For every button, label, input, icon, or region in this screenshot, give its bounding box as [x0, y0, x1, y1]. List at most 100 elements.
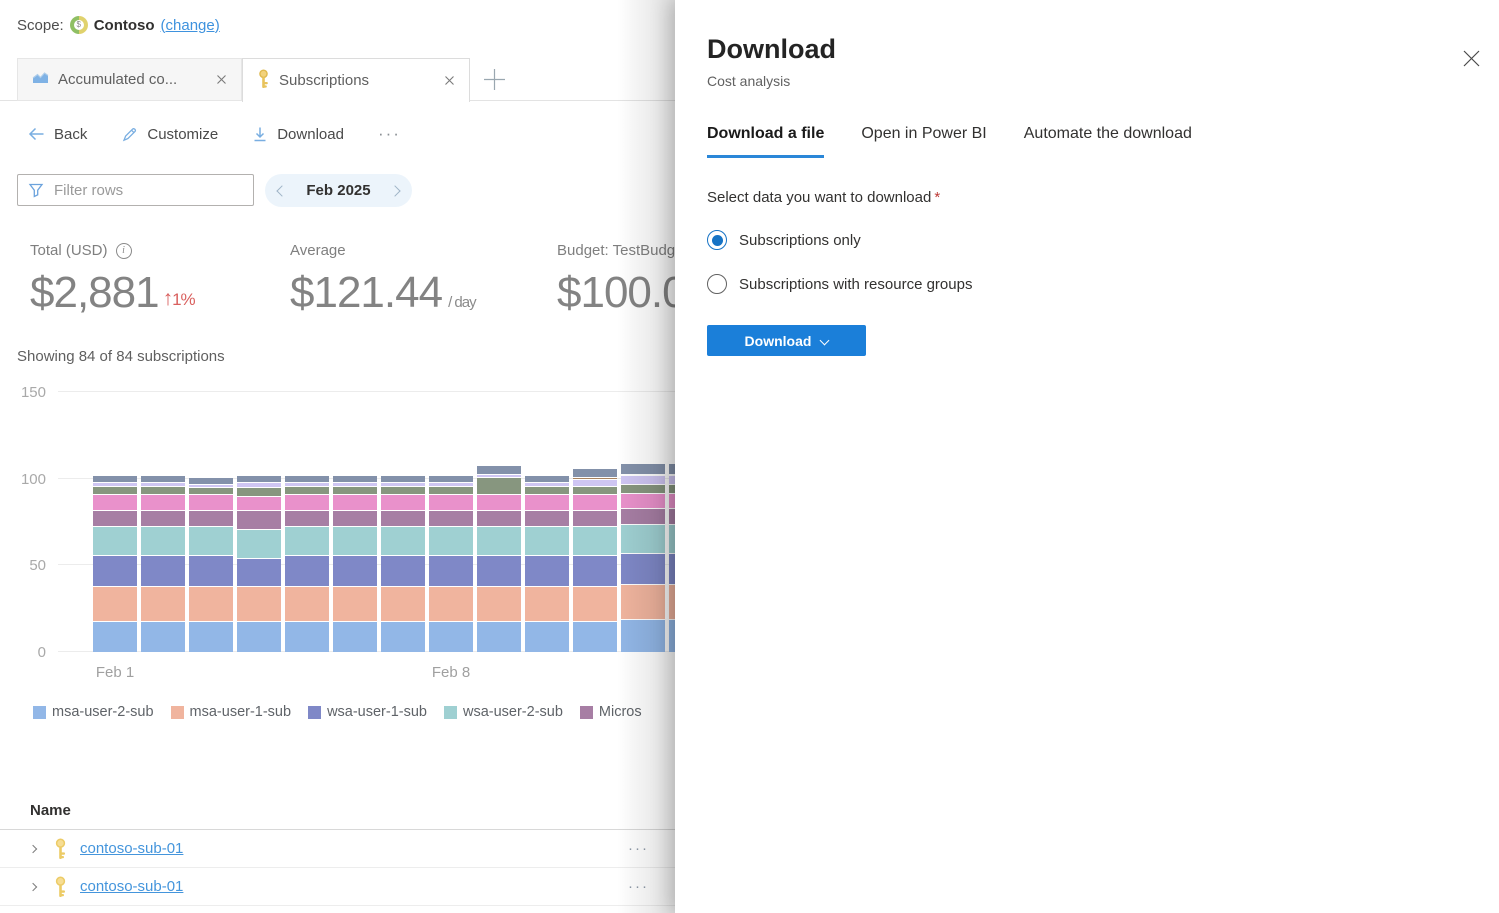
bar-segment: [477, 465, 521, 474]
average-label: Average: [290, 242, 346, 259]
back-button[interactable]: Back: [28, 126, 87, 143]
bar-segment: [573, 586, 617, 621]
bar-segment: [333, 475, 377, 482]
tab-label: Subscriptions: [279, 72, 435, 89]
tab-open-in-power-bi[interactable]: Open in Power BI: [861, 125, 986, 158]
tab-label: Accumulated co...: [58, 71, 207, 88]
bar-segment: [621, 508, 665, 524]
stacked-bar[interactable]: [189, 477, 233, 652]
info-icon[interactable]: i: [116, 243, 132, 259]
date-range-picker[interactable]: Feb 2025: [265, 174, 412, 207]
bar-segment: [525, 494, 569, 510]
legend-item[interactable]: msa-user-1-sub: [171, 704, 292, 720]
bar-segment: [621, 463, 665, 473]
stacked-bar[interactable]: [141, 475, 185, 652]
stacked-bar[interactable]: [573, 468, 617, 652]
table-row[interactable]: contoso-sub-01 ···: [0, 830, 675, 868]
bar-segment: [285, 555, 329, 586]
legend-item[interactable]: Micros: [580, 704, 642, 720]
kpi-budget: Budget: TestBudg $100.0: [557, 242, 675, 318]
bar-segment: [477, 477, 521, 494]
tab-subscriptions[interactable]: Subscriptions: [242, 58, 470, 102]
subscription-link[interactable]: contoso-sub-01: [80, 878, 183, 895]
tab-download-a-file[interactable]: Download a file: [707, 125, 824, 158]
x-axis-tick-label: Feb 8: [432, 664, 470, 681]
tab-automate-the-download[interactable]: Automate the download: [1024, 125, 1192, 158]
filter-rows-box[interactable]: [17, 174, 254, 206]
bar-segment: [285, 526, 329, 555]
row-context-menu-button[interactable]: ···: [628, 878, 649, 895]
legend-label: wsa-user-2-sub: [463, 704, 563, 720]
table-row[interactable]: contoso-sub-01 ···: [0, 868, 675, 906]
bar-segment: [237, 529, 281, 558]
chevron-down-icon: [820, 336, 830, 346]
bar-segment: [93, 621, 137, 652]
legend-item[interactable]: wsa-user-1-sub: [308, 704, 427, 720]
select-data-question: Select data you want to download*: [707, 189, 1467, 206]
bar-segment: [141, 586, 185, 621]
radio-subscriptions-only[interactable]: Subscriptions only: [707, 230, 1467, 250]
stacked-bar[interactable]: [381, 475, 425, 652]
more-commands-button[interactable]: ···: [378, 124, 401, 144]
bar-segment: [285, 486, 329, 495]
bar-segment: [333, 555, 377, 586]
stacked-bar[interactable]: [429, 475, 473, 652]
subscription-link[interactable]: contoso-sub-01: [80, 840, 183, 857]
bar-segment: [525, 555, 569, 586]
scope-change-link[interactable]: (change): [161, 17, 220, 34]
bar-segment: [141, 555, 185, 586]
download-command-button[interactable]: Download: [252, 126, 344, 143]
stacked-bar[interactable]: [525, 475, 569, 652]
expand-row-icon[interactable]: [29, 882, 37, 890]
bar-segment: [285, 475, 329, 482]
bar-segment: [189, 586, 233, 621]
stacked-bar[interactable]: [333, 475, 377, 652]
legend-item[interactable]: wsa-user-2-sub: [444, 704, 563, 720]
bar-segment: [429, 586, 473, 621]
close-panel-button[interactable]: [1459, 46, 1483, 70]
bar-segment: [333, 494, 377, 510]
close-tab-icon[interactable]: [216, 74, 227, 85]
scope-label: Scope:: [17, 17, 64, 34]
next-month-icon[interactable]: [389, 185, 400, 196]
legend-swatch-icon: [444, 706, 457, 719]
previous-month-icon[interactable]: [276, 185, 287, 196]
add-tab-button[interactable]: [480, 65, 508, 93]
bar-segment: [237, 586, 281, 621]
stacked-bar[interactable]: [621, 463, 665, 652]
customize-button[interactable]: Customize: [121, 126, 218, 143]
bar-segment: [477, 586, 521, 621]
cost-analysis-page: Scope: Contoso (change) Accumulated co..…: [0, 0, 1499, 913]
stacked-bar[interactable]: [93, 475, 137, 652]
legend-item[interactable]: msa-user-2-sub: [33, 704, 154, 720]
stacked-bar[interactable]: [477, 465, 521, 652]
tab-accumulated-costs[interactable]: Accumulated co...: [17, 58, 242, 101]
key-icon: [257, 69, 270, 93]
bar-segment: [573, 526, 617, 555]
bar-segment: [141, 526, 185, 555]
row-context-menu-button[interactable]: ···: [628, 840, 649, 857]
radio-unselected-icon[interactable]: [707, 274, 727, 294]
scope-name: Contoso: [94, 17, 155, 34]
bar-segment: [621, 553, 665, 584]
kpi-total: Total (USD) i $2,881 ↑1%: [30, 242, 195, 318]
expand-row-icon[interactable]: [29, 844, 37, 852]
name-column-header[interactable]: Name: [0, 796, 675, 830]
download-icon: [252, 126, 268, 142]
bar-segment: [381, 494, 425, 510]
budget-label: Budget: TestBudg: [557, 242, 675, 259]
close-tab-icon[interactable]: [444, 75, 455, 86]
bar-segment: [189, 555, 233, 586]
key-icon: [54, 876, 67, 898]
bar-segment: [189, 526, 233, 555]
stacked-bar[interactable]: [285, 475, 329, 652]
stacked-bar[interactable]: [237, 475, 281, 652]
filter-rows-input[interactable]: [54, 182, 224, 199]
download-split-button[interactable]: Download: [707, 325, 866, 356]
radio-selected-icon[interactable]: [707, 230, 727, 250]
required-asterisk: *: [934, 189, 940, 206]
bar-segment: [573, 468, 617, 477]
bar-segment: [573, 621, 617, 652]
radio-subscriptions-with-resource-groups[interactable]: Subscriptions with resource groups: [707, 274, 1467, 294]
chart-legend: msa-user-2-sub msa-user-1-sub wsa-user-1-s…: [33, 704, 675, 720]
